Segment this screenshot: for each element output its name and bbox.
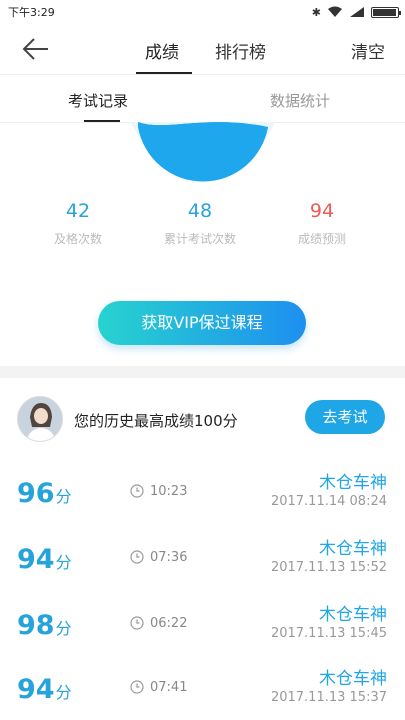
stat-label: 累计考试次数 <box>163 232 236 246</box>
record-date: 2017.11.13 15:45 <box>270 626 387 641</box>
bluetooth-icon: ✱ <box>311 5 321 19</box>
avatar-image <box>18 397 62 441</box>
record-score: 98分 <box>17 610 72 641</box>
status-icons: ✱ <box>311 4 401 20</box>
list-item[interactable]: 98分 06:22 木仓车神 2017.11.13 15:45 <box>0 596 405 656</box>
status-bar: 下午3:29 ✱ <box>0 0 405 24</box>
record-name: 木仓车神 <box>319 605 387 625</box>
vip-course-button[interactable]: 获取VIP保过课程 <box>98 301 306 345</box>
stat-label: 及格次数 <box>53 232 102 246</box>
back-arrow-icon[interactable] <box>22 36 50 62</box>
stat-pass-count: 42 及格次数 <box>23 200 133 247</box>
avatar <box>17 396 63 442</box>
wifi-icon <box>328 6 342 17</box>
stat-total-exams: 48 累计考试次数 <box>145 200 255 247</box>
stat-label: 成绩预测 <box>297 232 346 246</box>
score-gauge <box>0 122 405 197</box>
list-item[interactable]: 96分 10:23 木仓车神 2017.11.14 08:24 <box>0 464 405 524</box>
status-time: 下午3:29 <box>8 6 55 19</box>
signal-icon <box>350 7 364 17</box>
clock-icon <box>130 616 144 630</box>
record-score: 94分 <box>17 544 72 575</box>
record-date: 2017.11.13 15:37 <box>270 690 387 705</box>
nav-bar: 成绩 排行榜 清空 <box>0 24 405 75</box>
active-tab-indicator <box>136 72 192 74</box>
record-duration: 07:41 <box>150 680 188 695</box>
list-item[interactable]: 94分 07:36 木仓车神 2017.11.13 15:52 <box>0 530 405 590</box>
record-duration: 06:22 <box>150 616 188 631</box>
record-name: 木仓车神 <box>319 669 387 689</box>
record-name: 木仓车神 <box>319 473 387 493</box>
clear-button[interactable]: 清空 <box>351 38 385 63</box>
record-duration: 10:23 <box>150 484 188 499</box>
clock-icon <box>130 484 144 498</box>
best-score-text: 您的历史最高成绩100分 <box>74 412 238 430</box>
stat-value: 42 <box>65 200 91 222</box>
clock-icon <box>130 680 144 694</box>
record-date: 2017.11.14 08:24 <box>270 494 387 509</box>
record-date: 2017.11.13 15:52 <box>270 560 387 575</box>
go-exam-button[interactable]: 去考试 <box>305 400 385 434</box>
best-score-card: 您的历史最高成绩100分 去考试 <box>0 378 405 462</box>
battery-icon <box>371 6 401 18</box>
section-divider <box>0 366 405 378</box>
clock-icon <box>130 550 144 564</box>
record-score: 94分 <box>17 674 72 705</box>
stats-row: 42 及格次数 48 累计考试次数 94 成绩预测 <box>0 200 405 260</box>
record-duration: 07:36 <box>150 550 188 565</box>
record-name: 木仓车神 <box>319 539 387 559</box>
subtab-data-stats[interactable]: 数据统计 <box>270 90 330 111</box>
tab-ranking[interactable]: 排行榜 <box>215 38 266 63</box>
stat-predicted-score: 94 成绩预测 <box>267 200 377 247</box>
subtab-exam-records[interactable]: 考试记录 <box>68 90 128 111</box>
record-score: 96分 <box>17 478 72 509</box>
gauge-graphic <box>131 122 275 182</box>
list-item[interactable]: 94分 07:41 木仓车神 2017.11.13 15:37 <box>0 660 405 720</box>
stat-value: 94 <box>309 200 335 222</box>
sub-tabs: 考试记录 数据统计 <box>0 75 405 123</box>
tab-scores[interactable]: 成绩 <box>145 38 179 63</box>
stat-value: 48 <box>187 200 213 222</box>
